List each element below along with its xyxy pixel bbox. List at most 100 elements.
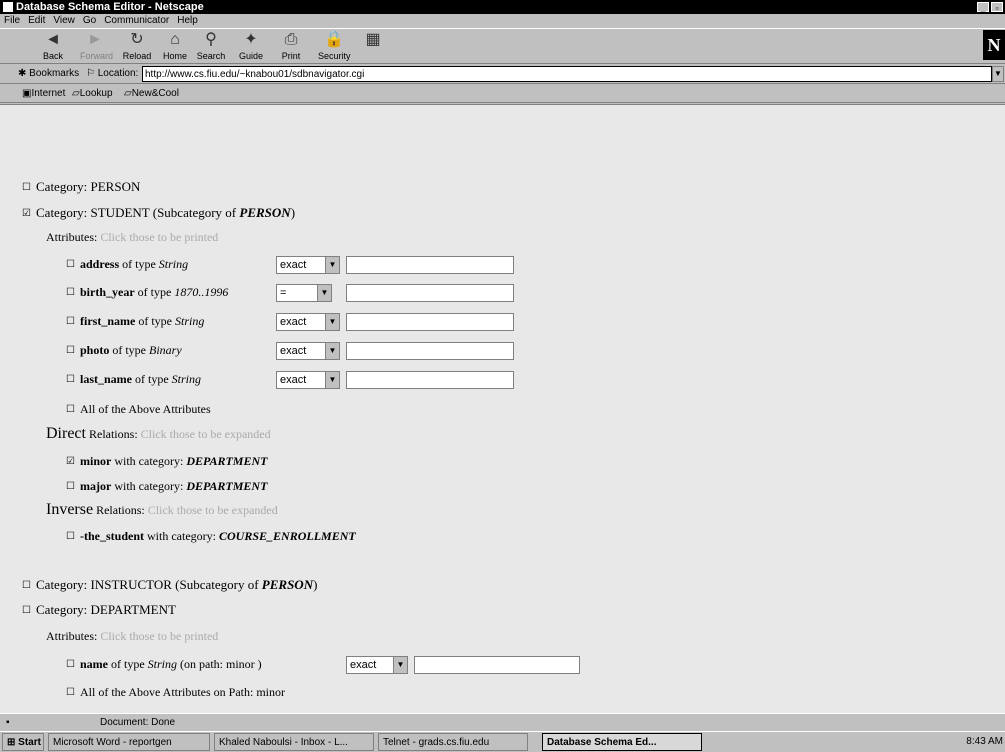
start-label: Start [18, 737, 41, 748]
menu-view[interactable]: View [49, 14, 79, 28]
category-name: DEPARTMENT [90, 602, 176, 617]
link-lookup-label: Lookup [79, 88, 113, 99]
link-internet-label: Internet [31, 88, 66, 99]
relation-target: DEPARTMENT [186, 454, 268, 468]
attribute-value-input[interactable] [346, 371, 514, 389]
home-label: Home [162, 51, 187, 61]
guide-label: Guide [238, 51, 264, 61]
menu-edit[interactable]: Edit [24, 14, 49, 28]
security-button[interactable]: 🔒 Security [318, 31, 351, 63]
clock: 8:43 AM [966, 736, 1003, 747]
attribute-value-input[interactable] [346, 313, 514, 331]
back-button[interactable]: ◄ Back [38, 31, 68, 63]
reload-icon: ↻ [130, 31, 144, 48]
link-newcool[interactable]: ▱ New&Cool [124, 85, 179, 103]
menu-help[interactable]: Help [173, 14, 202, 28]
attribute-value-input[interactable] [346, 342, 514, 360]
menu-file[interactable]: File [0, 14, 24, 28]
category-prefix: Category: [36, 577, 88, 592]
start-button[interactable]: ⊞ Start [2, 733, 44, 751]
category-department-row: ☐ Category: DEPARTMENT [22, 602, 176, 618]
task-telnet[interactable]: Telnet - grads.cs.fiu.edu [378, 733, 528, 751]
attribute-checkbox[interactable]: ☐ [66, 660, 76, 670]
attribute-checkbox[interactable]: ☐ [66, 260, 76, 270]
category-person-checkbox[interactable]: ☐ [22, 183, 32, 193]
chevron-down-icon: ▼ [325, 314, 339, 330]
match-select[interactable]: exact ▼ [276, 342, 340, 360]
chevron-down-icon: ▼ [325, 257, 339, 273]
attribute-row-birth-year: ☐ birth_year of type 1870..1996 [66, 285, 228, 300]
task-database-schema-editor[interactable]: Database Schema Ed... [542, 733, 702, 751]
task-word[interactable]: Microsoft Word - reportgen [48, 733, 210, 751]
match-select[interactable]: exact ▼ [346, 656, 408, 674]
url-input[interactable] [142, 66, 992, 82]
relation-name: major [80, 479, 112, 493]
relation-checkbox[interactable]: ☑ [66, 457, 76, 467]
url-dropdown-icon[interactable]: ▼ [992, 66, 1004, 82]
subcategory-prefix: (Subcategory of [175, 577, 259, 592]
attribute-type: Binary [149, 343, 182, 357]
attribute-checkbox[interactable]: ☐ [66, 317, 76, 327]
attribute-checkbox[interactable]: ☐ [66, 288, 76, 298]
subcategory-prefix: (Subcategory of [152, 205, 237, 220]
task-label: Database Schema Ed... [547, 737, 657, 748]
guide-button[interactable]: ✦ Guide [236, 31, 266, 63]
taskbar: ⊞ Start Microsoft Word - reportgen Khale… [0, 731, 1005, 751]
relations-label: Relations: [96, 503, 145, 517]
browser-window: Database Schema Editor - Netscape _ ▫ Fi… [0, 0, 1005, 751]
relation-target: COURSE_ENROLLMENT [219, 529, 356, 543]
minimize-button[interactable]: _ [977, 2, 989, 13]
attribute-name: photo [80, 343, 110, 357]
match-select[interactable]: exact ▼ [276, 256, 340, 274]
bookmarks-label: Bookmarks [29, 68, 80, 79]
menu-communicator[interactable]: Communicator [100, 14, 173, 28]
match-select-value: exact [280, 259, 307, 271]
back-label: Back [42, 51, 63, 61]
task-inbox[interactable]: Khaled Naboulsi - Inbox - L... [214, 733, 374, 751]
attribute-value-input[interactable] [414, 656, 580, 674]
search-button[interactable]: ⚲ Search [196, 31, 226, 63]
reload-button[interactable]: ↻ Reload [122, 31, 152, 63]
task-label: Microsoft Word - reportgen [53, 737, 172, 748]
print-button[interactable]: ⎙ Print [276, 31, 306, 63]
match-select[interactable]: exact ▼ [276, 313, 340, 331]
attribute-type: String [174, 314, 205, 328]
attribute-row-photo: ☐ photo of type Binary [66, 343, 182, 358]
match-select-value: exact [280, 345, 307, 357]
home-button[interactable]: ⌂ Home [160, 31, 190, 63]
relation-row-minor: ☑ minor with category: DEPARTMENT [66, 454, 267, 469]
navigation-toolbar: ◄ Back ► Forward ↻ Reload ⌂ Home ⚲ Search ✦ Gu… [0, 28, 1005, 64]
attribute-checkbox[interactable]: ☐ [66, 375, 76, 385]
attribute-type: 1870..1996 [174, 285, 229, 299]
relation-name: minor [80, 454, 112, 468]
attribute-of-type: of type [137, 285, 172, 299]
search-icon: ⚲ [205, 31, 217, 48]
attribute-name: first_name [80, 314, 136, 328]
maximize-button[interactable]: ▫ [991, 2, 1003, 13]
attribute-type: String [158, 257, 189, 271]
match-select[interactable]: = ▼ [276, 284, 332, 302]
category-instructor-checkbox[interactable]: ☐ [22, 581, 32, 591]
attributes-label: Attributes: [46, 629, 98, 643]
attribute-name: last_name [80, 372, 132, 386]
relation-checkbox[interactable]: ☐ [66, 482, 76, 492]
all-attributes-checkbox[interactable]: ☐ [66, 405, 76, 415]
attribute-checkbox[interactable]: ☐ [66, 346, 76, 356]
category-name: INSTRUCTOR [90, 577, 172, 592]
attribute-value-input[interactable] [346, 256, 514, 274]
bookmarks-button[interactable]: ✱ Bookmarks [18, 68, 79, 79]
relation-checkbox[interactable]: ☐ [66, 532, 76, 542]
stop-button[interactable]: ▦ [358, 31, 388, 63]
forward-button[interactable]: ► Forward [80, 31, 113, 63]
link-internet[interactable]: ▣ Internet [22, 85, 65, 103]
category-department-checkbox[interactable]: ☐ [22, 606, 32, 616]
netscape-window-icon [3, 2, 13, 12]
all-attributes-path-checkbox[interactable]: ☐ [66, 688, 76, 698]
inverse-label: Inverse [46, 501, 94, 518]
match-select[interactable]: exact ▼ [276, 371, 340, 389]
attribute-value-input[interactable] [346, 284, 514, 302]
category-student-checkbox[interactable]: ☑ [22, 209, 32, 219]
menu-go[interactable]: Go [79, 14, 100, 28]
attributes-hint: Click those to be printed [100, 629, 219, 643]
link-lookup[interactable]: ▱ Lookup [72, 85, 113, 103]
